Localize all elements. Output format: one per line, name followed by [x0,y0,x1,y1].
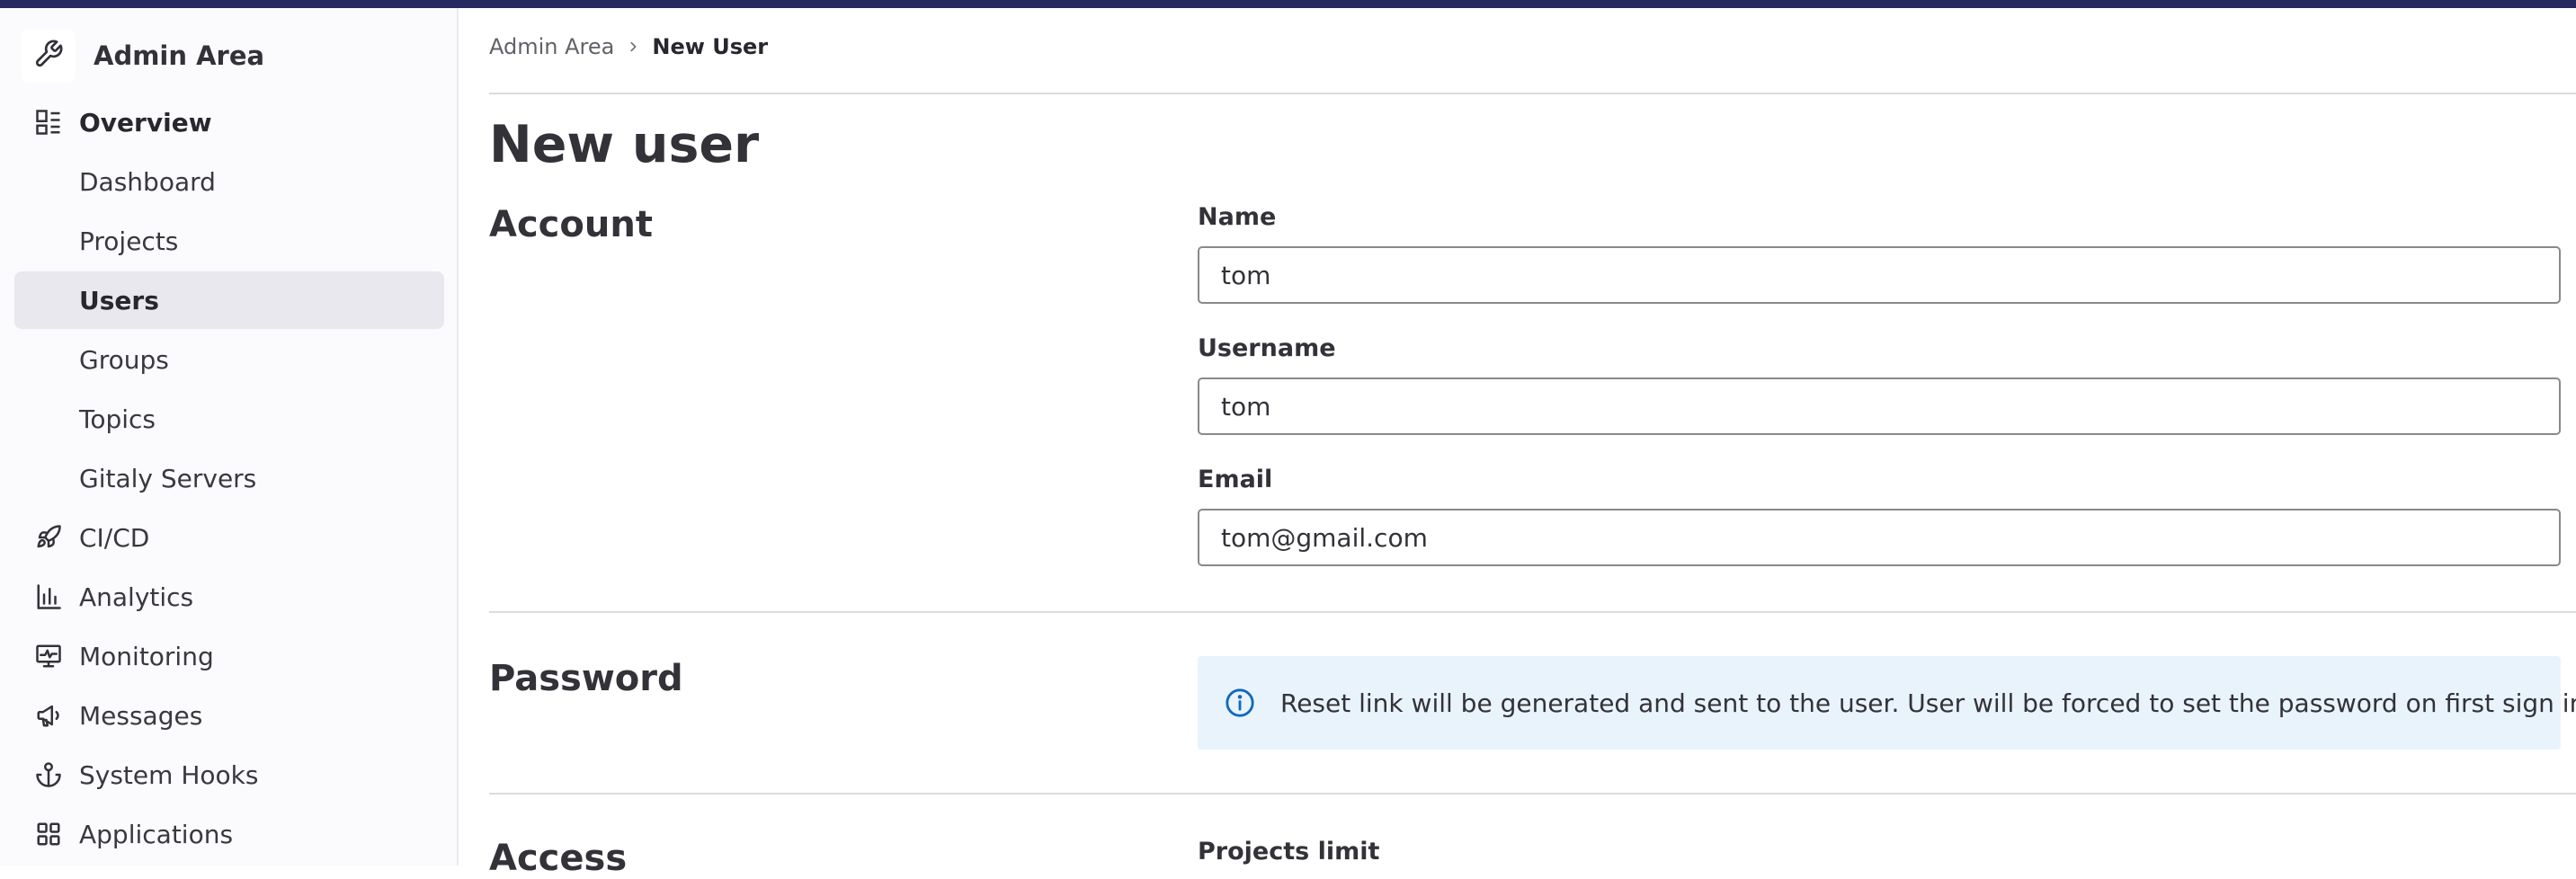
wrench-icon [33,39,64,73]
breadcrumb-new-user: New User [652,34,769,59]
name-label: Name [1198,203,1277,231]
account-section-title: Account [489,204,653,245]
sidebar-item-label: Topics [79,404,156,434]
sidebar-item-system-hooks[interactable]: System Hooks [14,746,444,804]
username-input[interactable] [1198,377,2561,435]
monitor-icon [34,642,63,670]
sidebar-title: Admin Area [94,40,265,71]
sidebar-item-label: CI/CD [79,522,150,553]
sidebar-item-messages[interactable]: Messages [14,687,444,744]
sidebar-item-label: Monitoring [79,641,214,671]
sidebar-item-label: Users [79,285,159,315]
access-section-title: Access [489,838,628,879]
section-divider [489,611,2576,613]
sidebar-item-users[interactable]: Users [14,271,444,329]
sidebar-item-monitoring[interactable]: Monitoring [14,627,444,685]
chart-icon [34,582,63,611]
bullhorn-icon [34,701,63,730]
sidebar-item-label: Dashboard [79,166,216,197]
sidebar-item-label: Analytics [79,582,194,612]
rocket-icon [34,523,63,552]
username-label: Username [1198,334,1336,362]
sidebar-item-dashboard[interactable]: Dashboard [14,153,444,210]
sidebar-item-overview[interactable]: Overview [14,93,444,151]
sidebar-item-label: Messages [79,700,203,731]
admin-sidebar: Admin Area Overview Dashboard Projects U… [0,8,459,866]
info-icon [1225,687,1255,719]
sidebar-item-cicd[interactable]: CI/CD [14,509,444,566]
email-input[interactable] [1198,509,2561,566]
name-input[interactable] [1198,246,2561,304]
sidebar-item-label: Overview [79,107,212,138]
sidebar-item-topics[interactable]: Topics [14,390,444,448]
overview-icon [34,108,63,137]
sidebar-item-applications[interactable]: Applications [14,805,444,863]
header-divider [489,93,2576,94]
email-label: Email [1198,466,1273,493]
section-divider [489,793,2576,795]
breadcrumb: Admin Area New User [489,34,768,59]
applications-icon [34,820,63,848]
page-title: New user [489,115,760,174]
projects-limit-label: Projects limit [1198,838,1380,866]
chevron-right-icon [627,40,639,53]
password-info-text: Reset link will be generated and sent to… [1280,688,2576,718]
sidebar-item-label: Gitaly Servers [79,463,257,493]
sidebar-item-projects[interactable]: Projects [14,212,444,270]
sidebar-header[interactable]: Admin Area [22,29,264,83]
password-section-title: Password [489,658,683,699]
admin-area-avatar [22,29,76,83]
sidebar-item-label: Projects [79,226,179,256]
sidebar-item-gitaly-servers[interactable]: Gitaly Servers [14,449,444,507]
sidebar-item-groups[interactable]: Groups [14,331,444,388]
top-bar [0,0,2576,8]
sidebar-item-label: Groups [79,344,169,375]
password-info-alert: Reset link will be generated and sent to… [1198,656,2576,750]
sidebar-item-label: System Hooks [79,759,259,790]
sidebar-item-label: Applications [79,819,234,849]
sidebar-item-analytics[interactable]: Analytics [14,568,444,626]
breadcrumb-admin-area[interactable]: Admin Area [489,34,614,59]
anchor-icon [34,760,63,789]
